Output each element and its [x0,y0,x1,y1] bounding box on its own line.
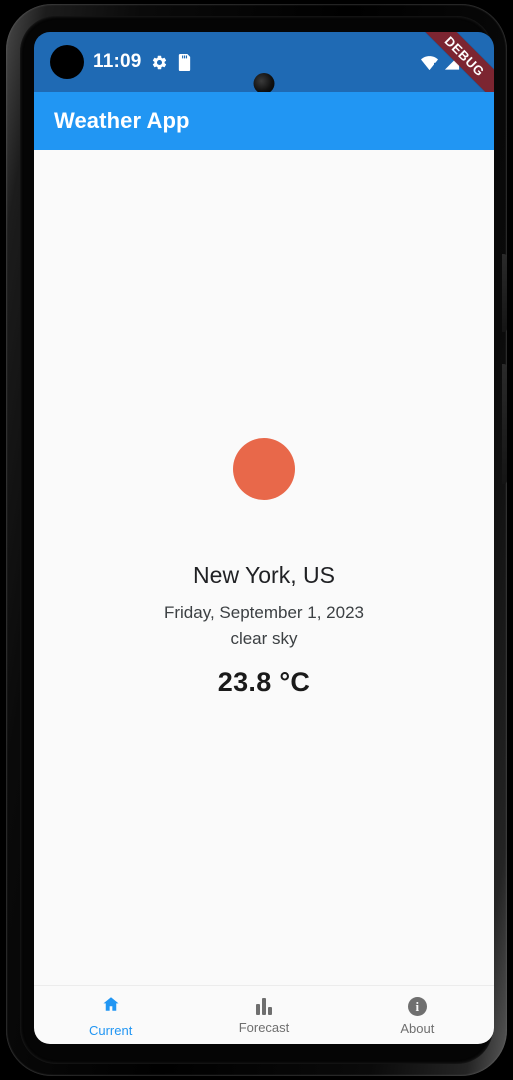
app-title: Weather App [54,108,190,133]
weather-condition: clear sky [230,628,298,648]
current-weather-panel: New York, US Friday, September 1, 2023 c… [34,150,494,985]
bar-chart-icon [255,998,272,1015]
power-button[interactable] [502,254,507,332]
city-name: New York, US [193,561,335,588]
phone-screen: 11:09 DEBUG Weather App New York, US Fri… [34,32,494,1044]
settings-gear-icon [151,54,168,71]
front-camera-icon [253,73,275,92]
temperature-value: 23.8 °C [217,666,311,697]
info-circle-icon: i [407,997,427,1016]
punch-hole-camera-icon [50,45,84,79]
nav-item-current[interactable]: Current [34,995,187,1038]
nav-label-about: About [400,1021,435,1036]
weather-date: Friday, September 1, 2023 [163,602,364,622]
bottom-navigation-bar: Current Forecast i About [34,985,494,1044]
app-bar: Weather App [34,92,494,150]
status-clock: 11:09 [93,51,142,72]
phone-device-frame: 11:09 DEBUG Weather App New York, US Fri… [6,4,507,1076]
sun-clear-icon [233,437,295,500]
volume-button[interactable] [502,364,507,484]
status-bar-left-group: 11:09 [50,45,192,79]
home-icon [101,995,121,1018]
nav-item-forecast[interactable]: Forecast [187,998,340,1035]
sd-card-icon [177,53,192,71]
wifi-alert-icon [420,54,439,71]
nav-item-about[interactable]: i About [341,997,494,1036]
status-bar: 11:09 DEBUG [34,32,494,92]
nav-label-current: Current [88,1023,133,1038]
nav-label-forecast: Forecast [238,1020,290,1035]
